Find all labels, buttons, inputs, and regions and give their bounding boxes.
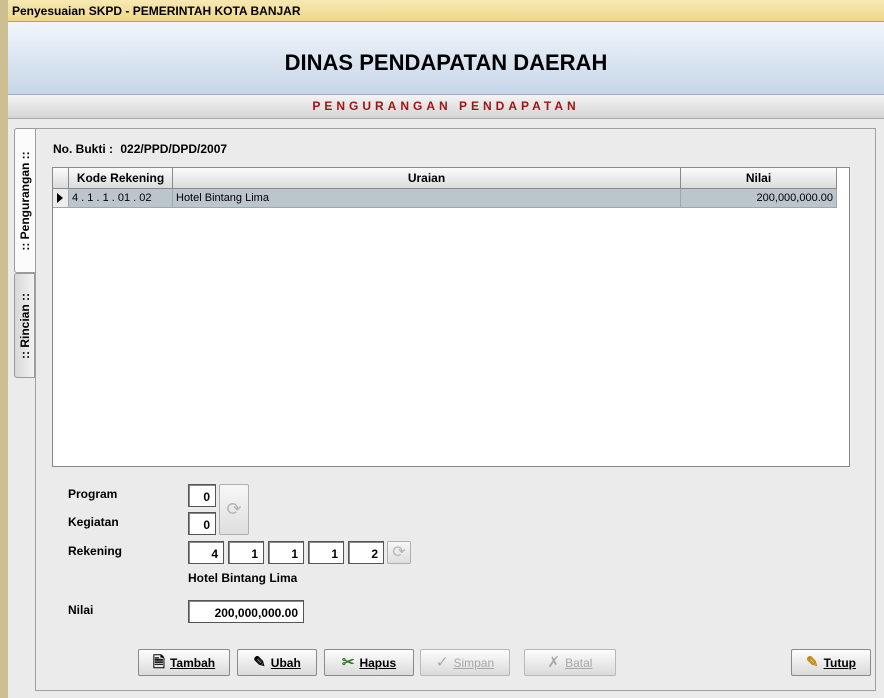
- column-uraian[interactable]: Uraian: [173, 168, 681, 189]
- nilai-field[interactable]: 200,000,000.00: [188, 600, 304, 623]
- tutup-button[interactable]: ✎ Tutup: [791, 649, 871, 676]
- tutup-label: Tutup: [823, 655, 856, 670]
- rekening-field-2[interactable]: 1: [228, 541, 264, 564]
- rekening-field-5[interactable]: 2: [348, 541, 384, 564]
- column-kode-rekening[interactable]: Kode Rekening: [69, 168, 173, 189]
- program-field[interactable]: 0: [188, 484, 216, 507]
- ubah-label: Ubah: [270, 655, 301, 670]
- grid-corner: [53, 168, 69, 189]
- program-label: Program: [68, 487, 118, 501]
- grid-header: Kode Rekening Uraian Nilai: [53, 168, 837, 189]
- bukti-label: No. Bukti :: [53, 142, 113, 156]
- app-window: Penyesuaian SKPD - PEMERINTAH KOTA BANJA…: [0, 0, 884, 698]
- column-nilai[interactable]: Nilai: [681, 168, 837, 189]
- kegiatan-label: Kegiatan: [68, 515, 119, 529]
- rekening-grid[interactable]: Kode Rekening Uraian Nilai 4 . 1 . 1 . 0…: [52, 167, 850, 467]
- refresh-icon: ⟳: [392, 544, 406, 561]
- refresh-program-button[interactable]: ⟳: [219, 484, 249, 535]
- add-icon: 🗎: [152, 654, 165, 671]
- bukti-value: 022/PPD/DPD/2007: [120, 142, 228, 156]
- tambah-button[interactable]: 🗎 Tambah: [138, 649, 230, 676]
- kegiatan-field[interactable]: 0: [188, 512, 216, 535]
- row-indicator: [53, 189, 69, 208]
- rekening-label: Rekening: [68, 544, 123, 558]
- cancel-icon: ✗: [547, 654, 561, 671]
- pengurangan-panel: No. Bukti : 022/PPD/DPD/2007 Kode Rekeni…: [35, 128, 876, 691]
- edit-icon: ✎: [253, 654, 266, 671]
- simpan-button[interactable]: ✓ Simpan: [420, 649, 510, 676]
- tab-pengurangan[interactable]: :: Pengurangan ::: [14, 128, 35, 273]
- table-row[interactable]: 4 . 1 . 1 . 01 . 02 Hotel Bintang Lima 2…: [53, 189, 837, 208]
- client-area: DINAS PENDAPATAN DAERAH PENGURANGAN PEND…: [8, 22, 884, 698]
- cell-nilai[interactable]: 200,000,000.00: [681, 189, 837, 208]
- refresh-icon: ⟳: [226, 499, 242, 519]
- cell-kode[interactable]: 4 . 1 . 1 . 01 . 02: [69, 189, 173, 208]
- hapus-label: Hapus: [359, 655, 397, 670]
- tab-rincian[interactable]: :: Rincian ::: [14, 273, 35, 378]
- section-header: PENGURANGAN PENDAPATAN: [8, 95, 884, 119]
- close-icon: ✎: [805, 654, 819, 671]
- cell-uraian[interactable]: Hotel Bintang Lima: [173, 189, 681, 208]
- rekening-field-1[interactable]: 4: [188, 541, 224, 564]
- window-title[interactable]: Penyesuaian SKPD - PEMERINTAH KOTA BANJA…: [8, 0, 884, 22]
- ubah-button[interactable]: ✎ Ubah: [237, 649, 317, 676]
- tab-rincian-label: :: Rincian ::: [17, 292, 32, 359]
- bukti-line: No. Bukti : 022/PPD/DPD/2007: [53, 142, 227, 156]
- nilai-label: Nilai: [68, 603, 94, 617]
- check-icon: ✓: [435, 654, 449, 671]
- rekening-name: Hotel Bintang Lima: [188, 571, 298, 585]
- rekening-field-4[interactable]: 1: [308, 541, 344, 564]
- row-pointer-icon: [57, 193, 63, 203]
- page-header: DINAS PENDAPATAN DAERAH: [8, 22, 884, 95]
- window-left-edge: [0, 0, 8, 698]
- section-title: PENGURANGAN PENDAPATAN: [312, 99, 580, 113]
- batal-button[interactable]: ✗ Batal: [524, 649, 616, 676]
- batal-label: Batal: [565, 655, 593, 670]
- simpan-label: Simpan: [453, 655, 495, 670]
- refresh-rekening-button[interactable]: ⟳: [387, 541, 411, 564]
- rekening-field-3[interactable]: 1: [268, 541, 304, 564]
- tambah-label: Tambah: [169, 655, 216, 670]
- tab-pengurangan-label: :: Pengurangan ::: [18, 150, 32, 251]
- delete-icon: ✂: [341, 654, 355, 671]
- hapus-button[interactable]: ✂ Hapus: [324, 649, 414, 676]
- page-title: DINAS PENDAPATAN DAERAH: [284, 50, 608, 75]
